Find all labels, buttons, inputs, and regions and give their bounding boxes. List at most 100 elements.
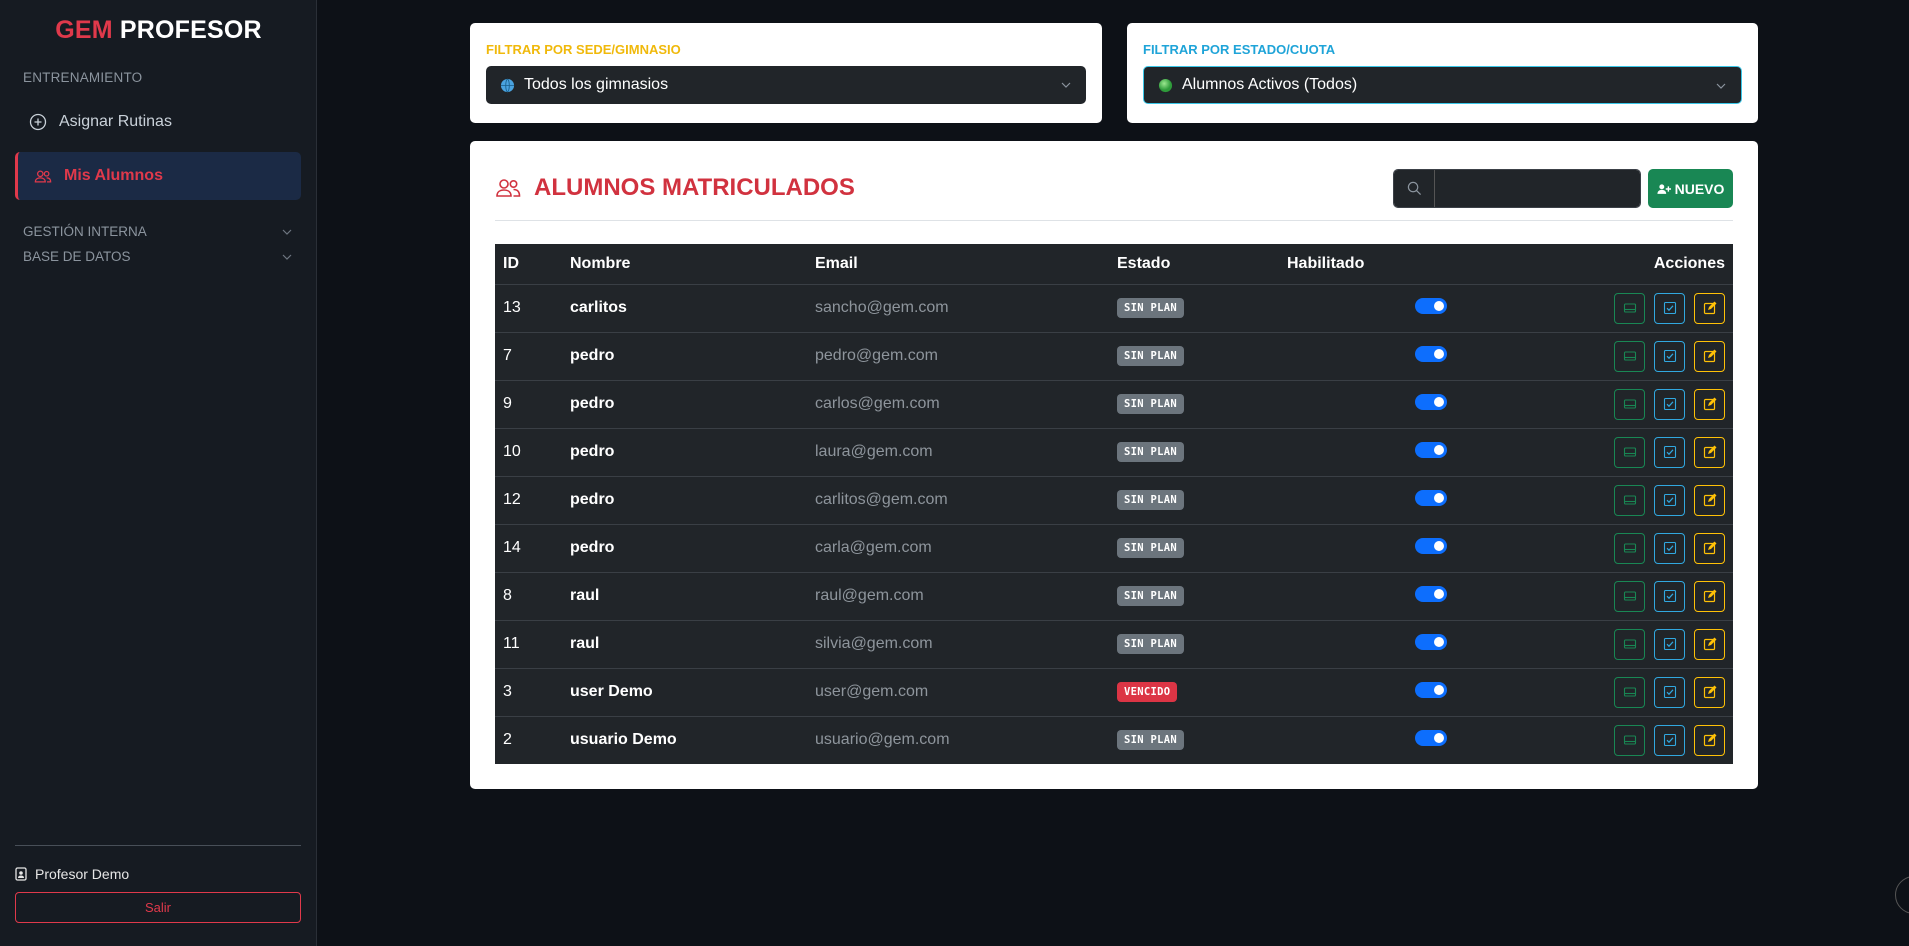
payment-button[interactable] [1614,292,1645,324]
payment-button[interactable] [1614,436,1645,468]
edit-button[interactable] [1694,676,1725,708]
check-square-icon [1663,397,1676,411]
col-header-name[interactable]: Nombre [562,244,807,285]
cell-status: SIN PLAN [1109,620,1279,669]
cell-status: SIN PLAN [1109,332,1279,381]
edit-button[interactable] [1694,532,1725,564]
payment-button[interactable] [1614,388,1645,420]
payment-button[interactable] [1614,484,1645,516]
cell-enabled [1279,332,1499,381]
table-row: 11 raul silvia@gem.com SIN PLAN [495,620,1733,669]
edit-button[interactable] [1694,388,1725,420]
check-square-icon [1663,445,1676,459]
payment-button[interactable] [1614,580,1645,612]
assign-routine-button[interactable] [1654,532,1685,564]
cell-email: pedro@gem.com [807,332,1109,381]
filter-gym-select[interactable]: Todos los gimnasios [486,66,1086,104]
enabled-toggle[interactable] [1415,537,1447,554]
enabled-toggle[interactable] [1415,729,1447,746]
col-header-enabled[interactable]: Habilitado [1279,244,1499,285]
card-icon [1623,495,1636,505]
card-icon [1623,543,1636,553]
sidebar-item-my-students[interactable]: Mis Alumnos [15,152,301,200]
cell-email: silvia@gem.com [807,620,1109,669]
assign-routine-button[interactable] [1654,724,1685,756]
search-input[interactable] [1435,170,1640,207]
sidebar-item-assign-routines[interactable]: Asignar Rutinas [15,98,301,146]
cell-email: usuario@gem.com [815,731,950,749]
assign-routine-button[interactable] [1654,580,1685,612]
card-icon [1623,639,1636,649]
card-icon [1623,687,1636,697]
cell-actions [1499,572,1733,621]
sidebar-divider [15,845,301,846]
logout-button[interactable]: Salir [15,892,301,923]
check-square-icon [1663,349,1676,363]
assign-routine-button[interactable] [1654,484,1685,516]
col-header-email[interactable]: Email [807,244,1109,285]
new-button-label: NUEVO [1674,180,1725,197]
edit-button[interactable] [1694,340,1725,372]
payment-button[interactable] [1614,676,1645,708]
assign-routine-button[interactable] [1654,628,1685,660]
sidebar-collapse-database[interactable]: BASE DE DATOS [23,249,293,264]
cell-status: SIN PLAN [1109,284,1279,333]
cell-enabled [1279,284,1499,333]
edit-button[interactable] [1694,580,1725,612]
enabled-toggle[interactable] [1415,681,1447,698]
assign-routine-button[interactable] [1654,388,1685,420]
assign-routine-button[interactable] [1654,436,1685,468]
filter-status-card: FILTRAR POR ESTADO/CUOTA Alumnos Activos… [1127,23,1758,123]
payment-button[interactable] [1614,340,1645,372]
new-student-button[interactable]: NUEVO [1648,169,1733,208]
edit-button[interactable] [1694,724,1725,756]
assign-routine-button[interactable] [1654,676,1685,708]
col-header-id[interactable]: ID [495,244,562,285]
enabled-toggle[interactable] [1415,633,1447,650]
search-button[interactable] [1394,170,1435,207]
col-header-status[interactable]: Estado [1109,244,1279,285]
sidebar-collapse-internal[interactable]: GESTIÓN INTERNA [23,224,293,239]
edit-icon [1703,589,1716,603]
status-badge: SIN PLAN [1117,634,1184,654]
cell-enabled [1279,476,1499,525]
payment-button[interactable] [1614,724,1645,756]
cell-email: sancho@gem.com [807,284,1109,333]
enabled-toggle[interactable] [1415,297,1447,314]
edit-icon [1703,349,1716,363]
students-card: ALUMNOS MATRICULADOS NUEVO ID Nombre Ema… [470,141,1758,789]
enabled-toggle[interactable] [1415,585,1447,602]
edit-button[interactable] [1694,292,1725,324]
edit-icon [1703,685,1716,699]
edit-icon [1703,637,1716,651]
assign-routine-button[interactable] [1654,340,1685,372]
brand-logo: GEM PROFESOR [0,16,317,45]
edit-icon [1703,445,1716,459]
enabled-toggle[interactable] [1415,393,1447,410]
edit-button[interactable] [1694,436,1725,468]
cell-name: raul [562,572,807,621]
assign-routine-button[interactable] [1654,292,1685,324]
cell-email: carlitos@gem.com [807,476,1109,525]
filter-status-select[interactable]: Alumnos Activos (Todos) [1143,66,1742,104]
cell-actions [1499,716,1733,764]
enabled-toggle[interactable] [1415,345,1447,362]
search-icon [1407,181,1421,196]
cell-actions [1499,524,1733,573]
sidebar-item-label: Asignar Rutinas [59,113,172,130]
table-row: 14 pedro carla@gem.com SIN PLAN [495,524,1733,573]
cell-id: 3 [495,668,562,717]
floating-action-button[interactable] [1895,876,1909,914]
enabled-toggle[interactable] [1415,441,1447,458]
edit-button[interactable] [1694,484,1725,516]
edit-button[interactable] [1694,628,1725,660]
payment-button[interactable] [1614,532,1645,564]
status-badge: SIN PLAN [1117,394,1184,414]
cell-enabled [1279,572,1499,621]
chevron-down-icon [1716,83,1726,89]
check-square-icon [1663,493,1676,507]
cell-email: raul@gem.com [807,572,1109,621]
table-header-row: ID Nombre Email Estado Habilitado Accion… [495,244,1733,285]
payment-button[interactable] [1614,628,1645,660]
enabled-toggle[interactable] [1415,489,1447,506]
